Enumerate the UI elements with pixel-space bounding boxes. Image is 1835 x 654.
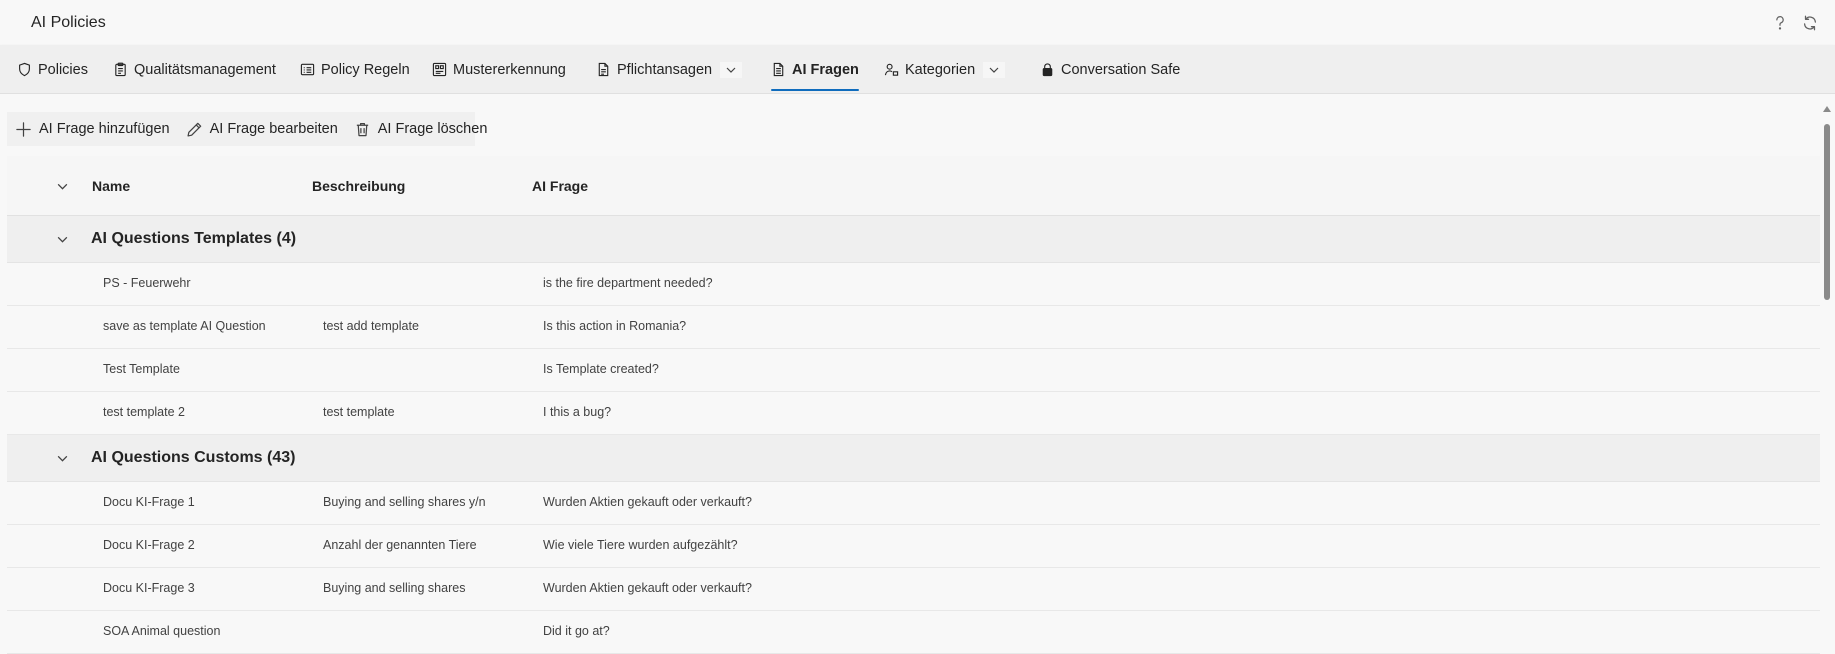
cell-name: Test Template (103, 362, 180, 376)
command-bar: AI Frage hinzufügen AI Frage bearbeiten … (7, 112, 487, 146)
column-header-name[interactable]: Name (92, 178, 130, 194)
table-row[interactable]: PS - Feuerwehr is the fire department ne… (7, 263, 1820, 306)
scrollbar-thumb[interactable] (1824, 124, 1830, 300)
help-icon[interactable] (1771, 14, 1789, 32)
table-row[interactable]: Docu KI-Frage 1 Buying and selling share… (7, 482, 1820, 525)
chevron-down-icon[interactable] (55, 451, 69, 465)
cell-question: Is this action in Romania? (543, 319, 687, 333)
edit-ai-question-button[interactable]: AI Frage bearbeiten (178, 112, 346, 146)
cell-name: PS - Feuerwehr (103, 276, 191, 290)
table-row[interactable]: Test Template Is Template created? (7, 349, 1820, 392)
main-content: AI Frage hinzufügen AI Frage bearbeiten … (0, 94, 1820, 654)
cell-name: Docu KI-Frage 2 (103, 538, 195, 552)
add-ai-question-button[interactable]: AI Frage hinzufügen (7, 112, 178, 146)
shield-icon (19, 62, 30, 77)
nav-tabs: Policies Qualitätsmanagement Policy Rege… (0, 45, 1835, 94)
column-header-beschreibung[interactable]: Beschreibung (312, 178, 405, 194)
scroll-up-arrow-icon[interactable] (1823, 106, 1831, 112)
collapse-all-chevron-icon[interactable] (55, 179, 69, 193)
cell-name: Docu KI-Frage 1 (103, 495, 195, 509)
lock-icon (1042, 63, 1053, 77)
cell-question: Wie viele Tiere wurden aufgezählt? (543, 538, 738, 552)
delete-ai-question-button[interactable]: AI Frage löschen (346, 112, 496, 146)
document-icon (598, 62, 609, 77)
tab-label: Conversation Safe (1061, 61, 1181, 78)
clipboard-icon (115, 62, 126, 77)
table-row[interactable]: Docu KI-Frage 2 Anzahl der genannten Tie… (7, 525, 1820, 568)
group-header-templates[interactable]: AI Questions Templates (4) (7, 216, 1820, 263)
edit-ai-question-label: AI Frage bearbeiten (209, 121, 338, 137)
cell-name: test template 2 (103, 405, 185, 419)
table-row[interactable]: save as template AI Question test add te… (7, 306, 1820, 349)
table-row[interactable]: test template 2 test template I this a b… (7, 392, 1820, 435)
cell-name: save as template AI Question (103, 319, 266, 333)
people-tag-icon (884, 63, 899, 76)
tab-label: AI Fragen (792, 61, 859, 78)
tab-pflichtansagen[interactable]: Pflichtansagen (596, 45, 743, 94)
tab-label: Qualitätsmanagement (134, 61, 276, 78)
tab-label: Kategorien (905, 61, 976, 78)
tab-mustererkennung[interactable]: Mustererkennung (432, 45, 566, 94)
group-title: AI Questions Customs (43) (91, 449, 296, 466)
cell-question: Did it go at? (543, 624, 610, 638)
tab-policies[interactable]: Policies (17, 45, 88, 94)
table-row[interactable]: Docu KI-Frage 3 Buying and selling share… (7, 568, 1820, 611)
chevron-down-icon[interactable] (720, 61, 743, 78)
add-ai-question-label: AI Frage hinzufügen (39, 121, 170, 137)
ai-questions-grid: Name Beschreibung AI Frage AI Questions … (7, 156, 1820, 654)
add-icon (16, 121, 31, 137)
cell-description: Buying and selling shares (323, 581, 466, 595)
rules-list-icon (300, 63, 315, 76)
tab-ai-fragen[interactable]: AI Fragen (771, 45, 859, 94)
refresh-icon[interactable] (1801, 14, 1819, 32)
delete-ai-question-label: AI Frage löschen (377, 121, 488, 137)
tab-label: Policies (38, 61, 88, 78)
title-bar: AI Policies (0, 0, 1835, 45)
group-header-customs[interactable]: AI Questions Customs (43) (7, 435, 1820, 482)
tab-label: Mustererkennung (453, 61, 566, 78)
table-row[interactable]: SOA Animal question Did it go at? (7, 611, 1820, 654)
cell-question: Wurden Aktien gekauft oder verkauft? (543, 581, 752, 595)
cell-question: I this a bug? (543, 405, 612, 419)
tab-kategorien[interactable]: Kategorien (884, 45, 1006, 94)
cell-question: Wurden Aktien gekauft oder verkauft? (543, 495, 752, 509)
cell-question: Is Template created? (543, 362, 659, 376)
tab-policy-regeln[interactable]: Policy Regeln (300, 45, 410, 94)
edit-icon (187, 122, 201, 137)
chevron-down-icon[interactable] (983, 61, 1006, 78)
cell-name: Docu KI-Frage 3 (103, 581, 195, 595)
cell-description: Buying and selling shares y/n (323, 495, 486, 509)
pattern-icon (432, 62, 447, 77)
vertical-scrollbar[interactable] (1820, 94, 1835, 632)
active-tab-indicator (771, 89, 859, 91)
tab-conversation-safe[interactable]: Conversation Safe (1040, 45, 1180, 94)
cell-description: test template (323, 405, 395, 419)
grid-header: Name Beschreibung AI Frage (7, 156, 1820, 216)
document-text-icon (773, 62, 784, 77)
cell-description: Anzahl der genannten Tiere (323, 538, 477, 552)
cell-question: is the fire department needed? (543, 276, 713, 290)
cell-description: test add template (323, 319, 419, 333)
cell-name: SOA Animal question (103, 624, 221, 638)
delete-icon (356, 122, 368, 136)
tab-label: Policy Regeln (321, 61, 410, 78)
column-header-ai-frage[interactable]: AI Frage (532, 178, 588, 194)
chevron-down-icon[interactable] (55, 232, 69, 246)
tab-label: Pflichtansagen (617, 61, 713, 78)
group-title: AI Questions Templates (4) (91, 230, 297, 247)
tab-qualitaetsmanagement[interactable]: Qualitätsmanagement (113, 45, 276, 94)
app-title: AI Policies (31, 14, 106, 31)
